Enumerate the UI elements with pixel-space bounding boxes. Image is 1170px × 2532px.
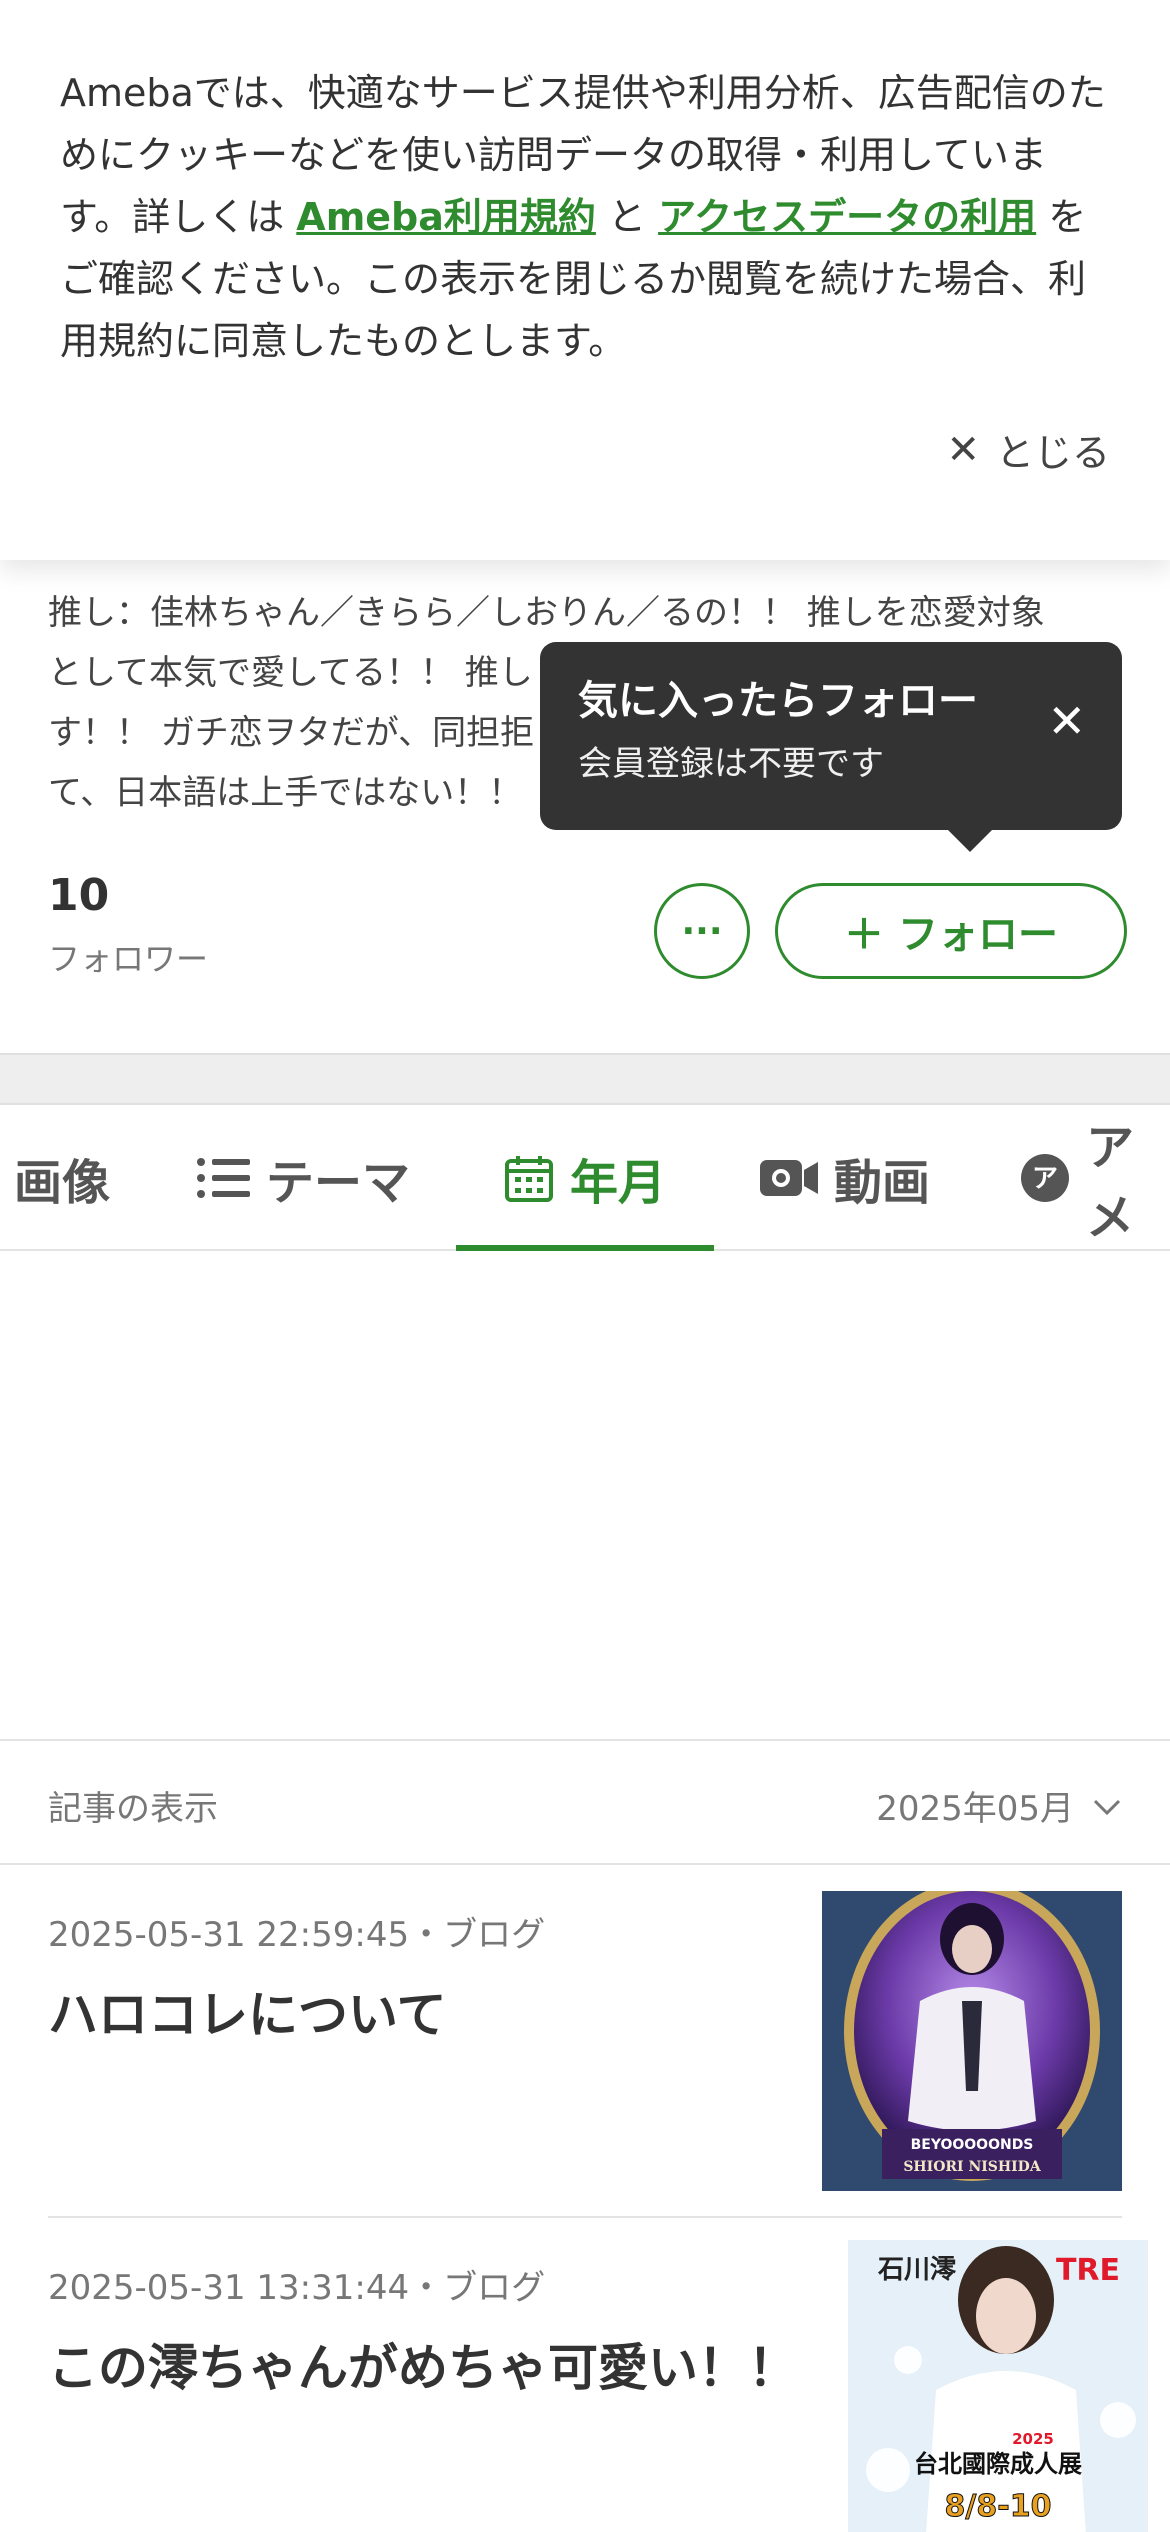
article-meta: 2025-05-31 22:59:45・ブログ [48, 1915, 546, 1955]
tab-videos[interactable]: 動画 [760, 1105, 930, 1251]
thumb-date: 8/8-10 [945, 2489, 1052, 2524]
month-selector[interactable]: 2025年05月 [876, 1781, 1122, 1830]
tab-label: 年月 [570, 1155, 667, 1211]
tab-label: 動画 [834, 1155, 931, 1211]
chevron-down-icon [1092, 1786, 1122, 1826]
tab-label: 画像 [14, 1155, 111, 1211]
follow-label: フォロー [898, 912, 1058, 958]
active-tab-indicator [456, 1245, 714, 1251]
close-icon: ✕ [946, 426, 980, 473]
display-label: 記事の表示 [48, 1789, 218, 1829]
more-icon: ··· [681, 910, 723, 952]
article-title[interactable]: ハロコレについて [48, 1975, 447, 2047]
follow-button[interactable]: ＋ フォロー [775, 883, 1127, 979]
tab-year-month[interactable]: 年月 [504, 1105, 666, 1251]
cookie-text: Amebaでは、快適なサービス提供や利用分析、広告配信のためにクッキーなどを使い… [60, 62, 1115, 372]
article-display-row[interactable]: 記事の表示 2025年05月 [0, 1739, 1170, 1865]
thumb-logo: BEYOOOOONDS [911, 2137, 1034, 2153]
access-data-link[interactable]: アクセスデータの利用 [658, 195, 1036, 239]
section-divider [0, 1053, 1170, 1105]
tooltip-subtitle: 会員登録は不要です [578, 744, 884, 784]
article-thumbnail[interactable]: 石川澪 TRE 2025 台北國際成人展 8/8-10 [848, 2240, 1148, 2532]
tab-bar: 画像 テーマ 年月 動画 ア アメ [0, 1105, 1170, 1251]
tooltip-close-icon[interactable]: ✕ [1047, 694, 1086, 748]
article-item[interactable]: 2025-05-31 13:31:44・ブログ この澪ちゃんがめちゃ可愛い！！ … [48, 2216, 1148, 2532]
article-title[interactable]: この澪ちゃんがめちゃ可愛い！！ [48, 2328, 798, 2400]
cookie-text-and: と [595, 195, 659, 239]
article-meta: 2025-05-31 13:31:44・ブログ [48, 2268, 546, 2308]
followers-label: フォロワー [48, 940, 209, 978]
bio-line: 推し：佳林ちゃん／きらら／しおりん／るの！！ 推しを恋愛対象 [48, 593, 1045, 633]
article-thumbnail[interactable]: BEYOOOOONDS SHIORI NISHIDA [822, 1891, 1122, 2191]
followers-count: 10 [48, 870, 110, 921]
list-icon [196, 1156, 250, 1200]
tooltip-title: 気に入ったらフォロー [578, 678, 978, 724]
tab-ameba[interactable]: ア アメ [1020, 1105, 1170, 1251]
thumb-year: 2025 [1012, 2430, 1054, 2448]
video-icon [760, 1158, 818, 1198]
follow-tooltip: 気に入ったらフォロー 会員登録は不要です ✕ [540, 642, 1122, 852]
cookie-close-button[interactable]: ✕ とじる [946, 422, 1110, 477]
plus-icon: ＋ [844, 912, 884, 958]
svg-text:ア: ア [1032, 1164, 1058, 1194]
thumb-badge: TRE [1056, 2253, 1120, 2288]
more-options-button[interactable]: ··· [654, 883, 750, 979]
article-item[interactable]: 2025-05-31 22:59:45・ブログ ハロコレについて BEYOOOO… [0, 1865, 1170, 2217]
selected-month: 2025年05月 [876, 1789, 1074, 1829]
tab-themes[interactable]: テーマ [196, 1105, 410, 1251]
tab-images[interactable]: 画像 [14, 1105, 110, 1251]
terms-link[interactable]: Ameba利用規約 [296, 195, 596, 239]
thumb-event: 台北國際成人展 [914, 2450, 1082, 2478]
tab-label: テーマ [266, 1155, 411, 1211]
calendar-icon [504, 1153, 554, 1203]
cookie-close-label: とじる [995, 431, 1110, 475]
tab-label: アメ [1086, 1120, 1135, 1246]
thumb-name: 石川澪 [877, 2255, 956, 2285]
cookie-banner: Amebaでは、快適なサービス提供や利用分析、広告配信のためにクッキーなどを使い… [0, 0, 1170, 560]
thumb-caption: SHIORI NISHIDA [903, 2159, 1042, 2175]
ameba-icon: ア [1020, 1153, 1070, 1203]
